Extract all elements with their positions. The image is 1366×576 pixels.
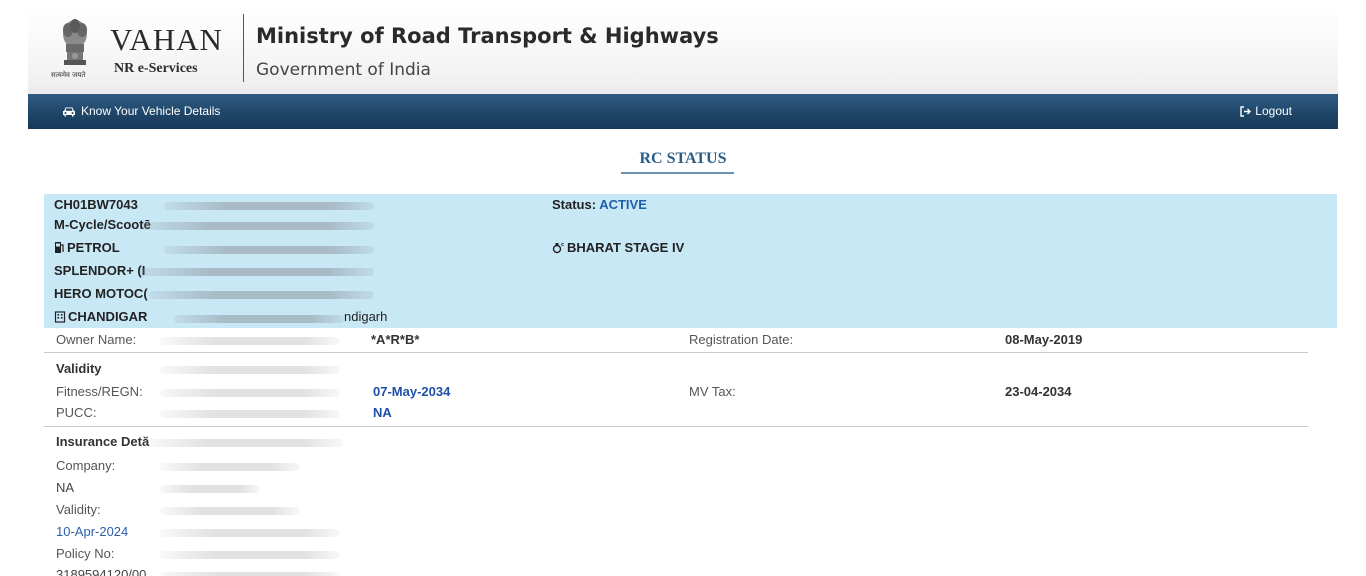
redacted-area	[148, 439, 343, 447]
emblem-caption: सत्यमेव जयते	[51, 71, 86, 79]
redacted-area	[160, 551, 340, 559]
insurance-validity-value: 10-Apr-2024	[56, 524, 129, 539]
redacted-area	[174, 315, 344, 323]
page: सत्यमेव जयते VAHAN NR e-Services Ministr…	[28, 8, 1338, 576]
car-icon	[63, 107, 75, 116]
fuel-type-label: PETROL	[67, 240, 120, 255]
navigation-bar: Know Your Vehicle Details Logout	[28, 94, 1338, 129]
status-badge: ACTIVE	[599, 197, 647, 212]
building-icon	[54, 311, 66, 323]
insurance-heading: Insurance Detă	[56, 434, 150, 449]
eco-leaf-icon: c	[552, 242, 564, 254]
redacted-area	[139, 268, 374, 276]
header-divider	[243, 14, 244, 82]
row-divider	[44, 352, 1308, 353]
redacted-area	[160, 572, 340, 576]
registration-number: CH01BW7043	[54, 197, 138, 212]
svg-text:c: c	[561, 242, 564, 248]
insurance-company-value: NA	[56, 480, 75, 495]
fuel-type: PETROL	[54, 240, 120, 255]
fitness-value: 07-May-2034	[373, 384, 451, 399]
redacted-area	[160, 366, 340, 374]
rto-name-start: CHANDIGAR	[68, 309, 148, 324]
nav-know-vehicle-label: Know Your Vehicle Details	[81, 104, 221, 118]
policy-number-label: Policy No:	[56, 546, 115, 561]
redacted-area	[149, 291, 374, 299]
site-header: सत्यमेव जयते VAHAN NR e-Services Ministr…	[28, 8, 1338, 94]
owner-name-value: *A*R*B*	[371, 332, 420, 347]
redacted-area	[142, 222, 374, 230]
brand-title: VAHAN	[110, 22, 223, 57]
mv-tax-label: MV Tax:	[689, 384, 736, 399]
redacted-area	[160, 485, 260, 493]
registration-date-label: Registration Date:	[689, 332, 794, 347]
pucc-value: NA	[373, 405, 392, 420]
redacted-area	[160, 463, 300, 471]
insurance-validity-label: Validity:	[56, 502, 101, 517]
ministry-title: Ministry of Road Transport & Highways	[256, 24, 719, 48]
owner-name-label: Owner Name:	[56, 332, 137, 347]
redacted-area	[160, 507, 300, 515]
redacted-area	[164, 202, 374, 210]
insurance-company-label: Company:	[56, 458, 116, 473]
row-divider	[44, 426, 1308, 427]
validity-heading: Validity	[56, 361, 102, 376]
brand-subtitle: NR e-Services	[114, 61, 198, 76]
government-subtitle: Government of India	[256, 60, 431, 80]
vehicle-class: M-Cycle/Scootē	[54, 217, 151, 232]
nav-know-vehicle-details[interactable]: Know Your Vehicle Details	[62, 104, 220, 118]
national-emblem-icon	[63, 19, 87, 65]
logout-label: Logout	[1255, 104, 1292, 118]
vehicle-status: Status: ACTIVE	[552, 197, 647, 212]
sign-out-icon	[1240, 105, 1252, 117]
registration-date-value: 08-May-2019	[1005, 332, 1083, 347]
vehicle-summary-panel: CH01BW7043 M-Cycle/Scootē PETROL SPLENDO…	[44, 194, 1337, 328]
rto-name-end: ndigarh	[344, 309, 388, 324]
vehicle-model: SPLENDOR+ (I	[54, 263, 146, 278]
page-title: RC STATUS	[639, 150, 727, 167]
redacted-area	[164, 246, 374, 254]
emission-norm: c BHARAT STAGE IV	[552, 240, 684, 255]
fitness-label: Fitness/REGN:	[56, 384, 143, 399]
redacted-area	[160, 410, 340, 418]
logout-button[interactable]: Logout	[1240, 104, 1292, 118]
emission-norm-label: BHARAT STAGE IV	[567, 240, 685, 255]
vehicle-maker: HERO MOTOC(	[54, 286, 148, 301]
policy-number-value: 3189594120/00	[56, 567, 147, 576]
redacted-area	[160, 389, 340, 397]
pucc-label: PUCC:	[56, 405, 97, 420]
fuel-pump-icon	[55, 242, 64, 253]
redacted-area	[160, 529, 340, 537]
mv-tax-value: 23-04-2034	[1005, 384, 1072, 399]
status-label: Status:	[552, 197, 597, 212]
redacted-area	[160, 337, 340, 345]
title-underline	[621, 172, 734, 174]
registering-authority: CHANDIGAR	[54, 309, 147, 324]
